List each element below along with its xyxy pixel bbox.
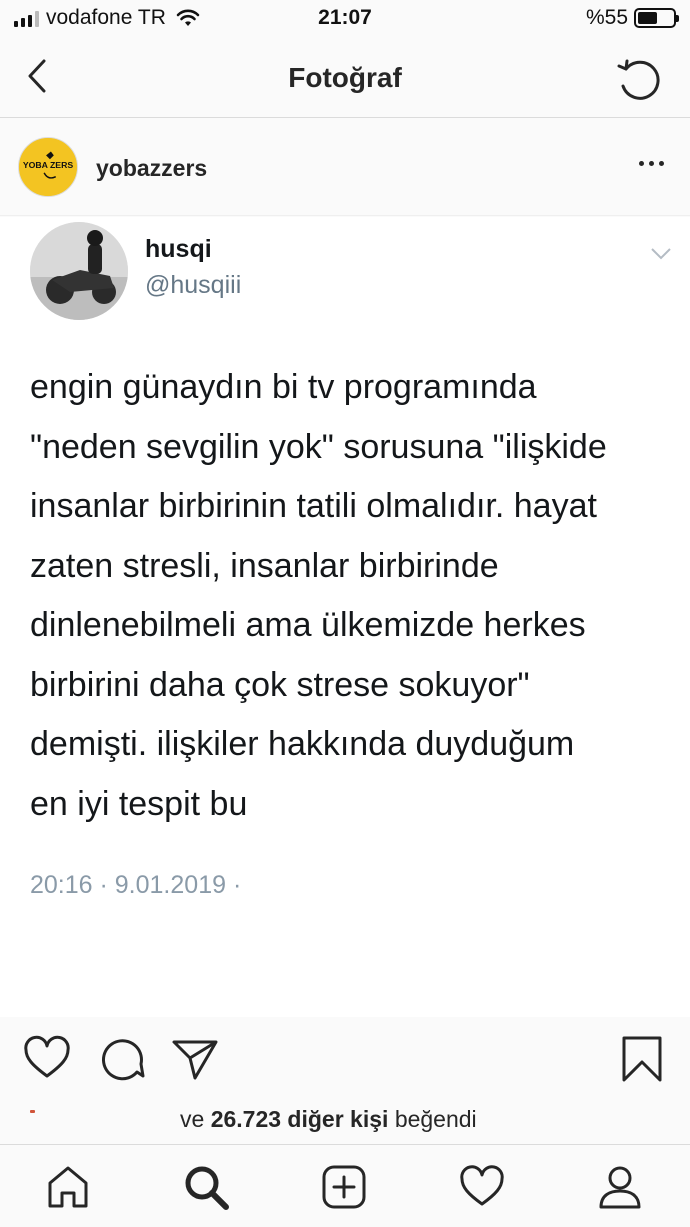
battery-icon — [634, 8, 679, 28]
tab-home[interactable] — [44, 1163, 92, 1211]
search-icon — [185, 1166, 229, 1210]
likes-count: 26.723 diğer kişi — [210, 1106, 389, 1132]
refresh-button[interactable] — [614, 54, 664, 104]
tab-profile[interactable] — [596, 1163, 644, 1211]
tab-bar — [0, 1144, 690, 1227]
tweet-line: "neden sevgilin yok" sorusuna "ilişkide — [30, 427, 607, 466]
tab-search[interactable] — [182, 1163, 230, 1211]
svg-text:YOBA ZERS: YOBA ZERS — [23, 160, 74, 170]
post-username[interactable]: yobazzers — [96, 155, 207, 182]
home-icon — [48, 1166, 88, 1208]
post-image[interactable]: husqi @husqiii engin günaydın bi tv prog… — [0, 217, 690, 1017]
more-options-button[interactable] — [639, 161, 664, 166]
refresh-icon — [617, 59, 660, 100]
likes-suffix: beğendi — [394, 1106, 477, 1132]
save-button[interactable] — [620, 1034, 670, 1084]
avatar[interactable]: YOBA ZERS — [18, 137, 78, 197]
battery-percent: %55 — [585, 6, 628, 29]
heart-icon — [24, 1035, 70, 1078]
page-title: Fotoğraf — [288, 62, 402, 93]
tweet-line: dinlenebilmeli ama ülkemizde herkes — [30, 606, 586, 644]
tweet-avatar — [30, 222, 128, 320]
tweet-line: insanlar birbirinin tatili olmalıdır. ha… — [30, 487, 597, 525]
tweet-author-name: husqi — [145, 235, 212, 263]
chevron-down-icon — [651, 248, 671, 260]
share-button[interactable] — [170, 1034, 220, 1084]
tab-new-post[interactable] — [320, 1163, 368, 1211]
status-bar: vodafone TR 21:07 %55 — [0, 0, 690, 40]
tab-activity[interactable] — [458, 1163, 506, 1211]
send-icon — [172, 1040, 218, 1080]
tweet-line: en iyi tespit bu — [30, 784, 248, 823]
post-header: YOBA ZERS yobazzers — [0, 119, 690, 216]
tweet-timestamp: 20:16 · 9.01.2019 · — [30, 871, 242, 899]
heart-icon — [460, 1165, 504, 1206]
tweet-text: engin günaydın bi tv programında "neden … — [30, 358, 680, 834]
nav-header: Fotoğraf — [0, 40, 690, 118]
tweet-line: zaten stresli, insanlar birbirinde — [30, 546, 499, 585]
comment-button[interactable] — [97, 1034, 147, 1084]
tweet-author-handle: @husqiii — [145, 271, 242, 299]
tweet-line: birbirini daha çok strese sokuyor" — [30, 665, 530, 704]
bookmark-icon — [622, 1036, 662, 1082]
tweet-line: engin günaydın bi tv programında — [30, 368, 537, 406]
tweet-line: demişti. ilişkiler hakkında duyduğum — [30, 725, 575, 763]
plus-square-icon — [322, 1165, 366, 1209]
comment-icon — [101, 1039, 145, 1081]
likes-prefix: ve — [180, 1106, 205, 1132]
profile-icon — [599, 1166, 641, 1209]
likes-summary[interactable]: ve 26.723 diğer kişi beğendi — [0, 1100, 690, 1136]
more-horizontal-icon — [639, 161, 644, 166]
like-button[interactable] — [22, 1034, 72, 1084]
post-actions — [0, 1020, 690, 1095]
yobazzers-logo: YOBA ZERS — [19, 138, 77, 196]
